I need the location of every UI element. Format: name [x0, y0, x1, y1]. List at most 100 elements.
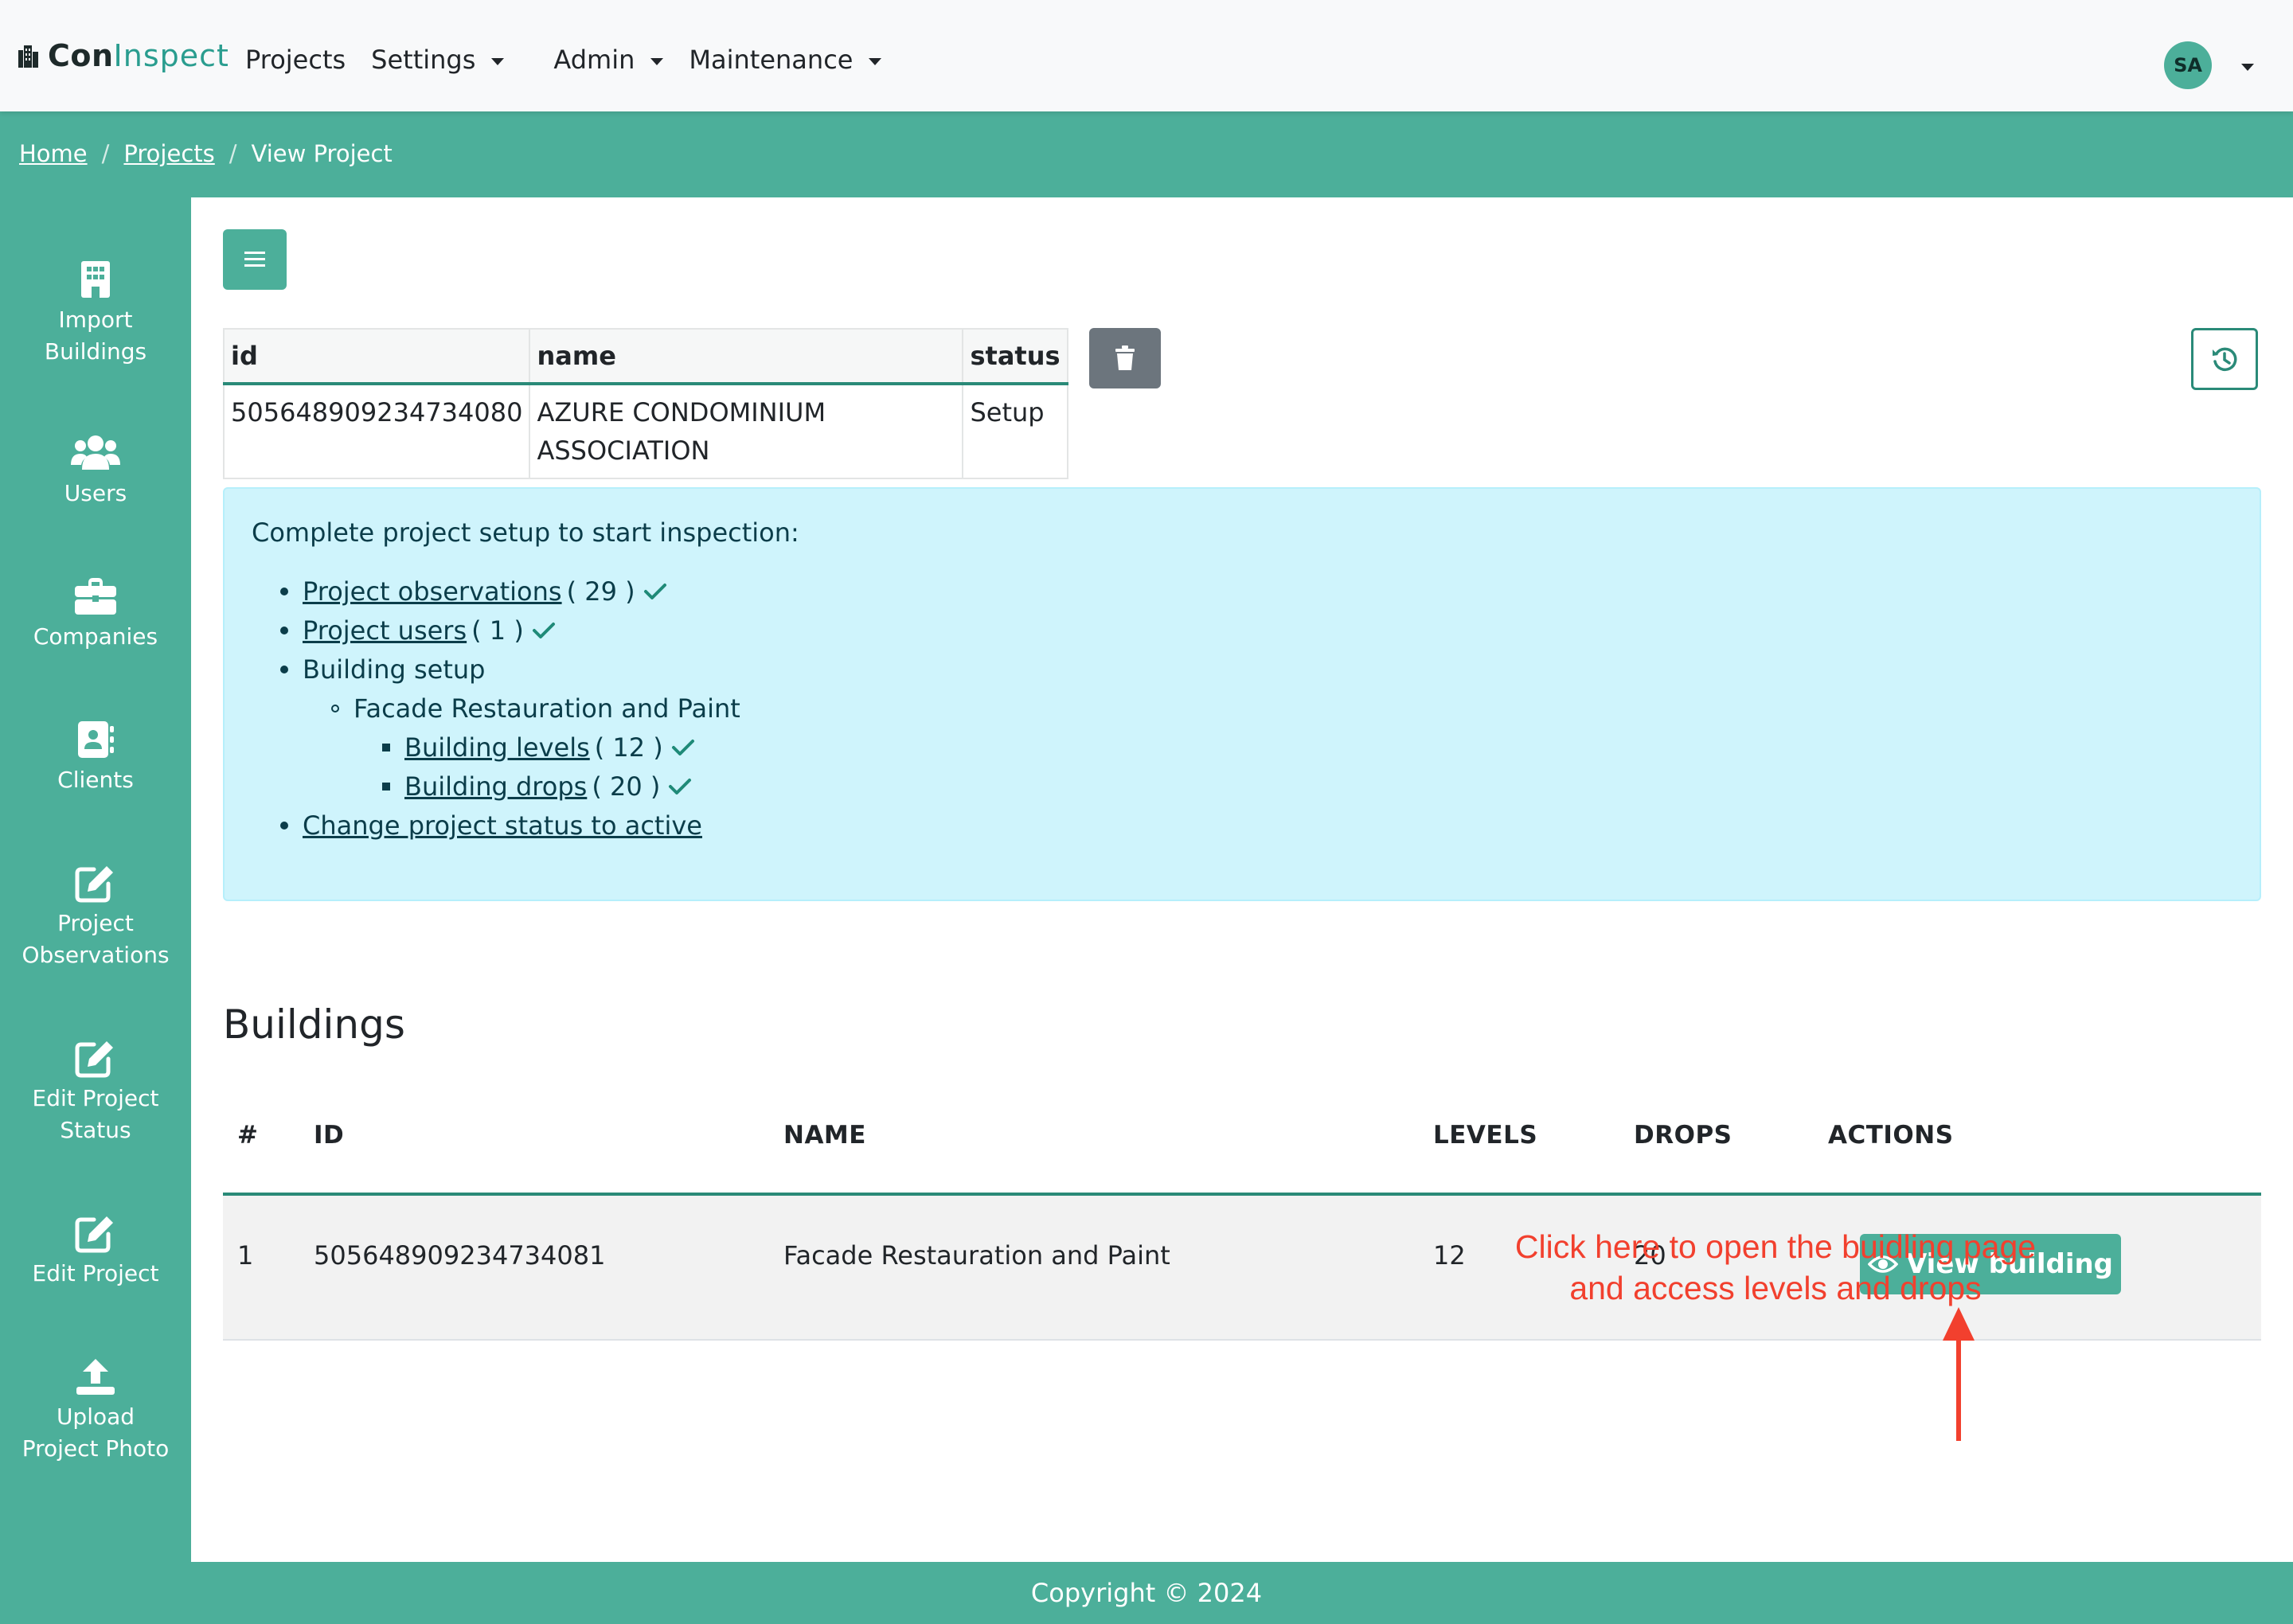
user-menu-caret-icon[interactable]	[2241, 64, 2254, 71]
edit-icon	[75, 1216, 113, 1253]
sidebar-item-label: Clients	[57, 767, 134, 793]
check-icon	[671, 740, 694, 755]
hamburger-icon	[244, 252, 265, 267]
project-users-link[interactable]: Project users	[303, 615, 467, 646]
list-item: Change project status to active	[280, 810, 702, 841]
building-logo-icon	[18, 45, 38, 68]
project-status-cell: Setup	[962, 383, 1068, 479]
sidebar-item-companies[interactable]: Companies	[0, 576, 191, 653]
breadcrumb-home-link[interactable]: Home	[19, 140, 88, 167]
table-row: 505648909234734080 AZURE CONDOMINIUM ASSO…	[222, 383, 1068, 479]
building-id-cell: 505648909234734081	[314, 1240, 606, 1271]
bullet	[382, 783, 390, 791]
sidebar-item-upload-project-photo[interactable]: Upload Project Photo	[0, 1357, 191, 1465]
brand-logo[interactable]: Con Inspect	[18, 35, 229, 76]
building-name-label: Facade Restauration and Paint	[354, 693, 740, 724]
building-drops-link[interactable]: Building drops	[404, 771, 587, 802]
sidebar-item-import-buildings[interactable]: Import Buildings	[0, 260, 191, 368]
project-name-cell: AZURE CONDOMINIUM ASSOCIATION	[529, 383, 964, 479]
nav-maintenance-dropdown[interactable]: Maintenance	[689, 45, 882, 75]
breadcrumb-projects-link[interactable]: Projects	[123, 140, 214, 167]
list-item: Facade Restauration and Paint	[331, 693, 740, 724]
user-avatar[interactable]: SA	[2164, 41, 2212, 89]
bullet	[280, 627, 288, 634]
sidebar-item-label: Users	[64, 480, 127, 506]
project-name-line2: ASSOCIATION	[537, 435, 710, 466]
alert-title: Complete project setup to start inspecti…	[252, 517, 799, 548]
bullet	[280, 822, 288, 830]
nav-admin-label: Admin	[553, 45, 635, 75]
delete-project-button[interactable]	[1089, 328, 1161, 388]
levels-count: ( 12 )	[594, 732, 663, 763]
trash-icon	[1115, 345, 1135, 370]
column-header-id: id	[222, 328, 531, 385]
sidebar-item-label: Project Observations	[21, 910, 170, 968]
list-item: Project users ( 1 )	[280, 615, 556, 646]
sidebar-item-project-observations[interactable]: Project Observations	[0, 863, 191, 971]
breadcrumb-current: View Project	[251, 140, 393, 167]
building-icon	[81, 261, 110, 298]
buildings-heading: Buildings	[223, 1001, 405, 1048]
edit-icon	[75, 866, 113, 903]
nav-projects[interactable]: Projects	[245, 45, 346, 75]
bullet	[331, 705, 339, 712]
upload-icon	[76, 1359, 115, 1395]
building-number-cell: 1	[237, 1240, 254, 1271]
bullet	[280, 666, 288, 673]
annotation-arrow-icon	[1943, 1307, 1975, 1441]
main-content: id name status 505648909234734080 AZURE …	[191, 197, 2293, 1562]
sidebar-item-users[interactable]: Users	[0, 433, 191, 509]
nav-projects-label: Projects	[245, 45, 346, 75]
caret-down-icon	[869, 57, 882, 65]
history-button[interactable]	[2191, 328, 2258, 390]
users-count: ( 1 )	[471, 615, 524, 646]
building-setup-label: Building setup	[303, 654, 486, 685]
sidebar-item-label: Edit Project Status	[32, 1085, 159, 1143]
observations-count: ( 29 )	[566, 576, 635, 607]
toggle-menu-button[interactable]	[223, 229, 287, 290]
list-item: Project observations ( 29 )	[280, 576, 667, 607]
column-header-name: name	[529, 328, 964, 385]
project-name-line1: AZURE CONDOMINIUM	[537, 397, 826, 427]
breadcrumb: Home / Projects / View Project	[19, 140, 393, 167]
sidebar-item-edit-project[interactable]: Edit Project	[0, 1213, 191, 1290]
setup-alert: Complete project setup to start inspecti…	[223, 487, 2261, 901]
annotation-line2: and access levels and drops	[1569, 1270, 1982, 1306]
edit-icon	[75, 1041, 113, 1078]
sidebar-item-label: Upload Project Photo	[21, 1403, 170, 1462]
caret-down-icon	[650, 57, 664, 65]
sidebar-item-clients[interactable]: Clients	[0, 720, 191, 796]
check-icon	[643, 584, 666, 599]
annotation-note: Click here to open the buidling page and…	[1425, 1226, 2126, 1309]
column-header-id: ID	[314, 1121, 345, 1150]
change-status-link[interactable]: Change project status to active	[303, 810, 702, 841]
project-info-table: id name status 505648909234734080 AZURE …	[222, 328, 1068, 479]
column-header-name: NAME	[783, 1121, 866, 1150]
drops-count: ( 20 )	[592, 771, 661, 802]
nav-settings-dropdown[interactable]: Settings	[371, 45, 505, 75]
users-icon	[71, 435, 120, 470]
bullet	[382, 744, 390, 751]
list-item: Building setup	[280, 654, 485, 685]
sidebar-item-label: Companies	[33, 623, 158, 650]
brand-name-inspect: Inspect	[113, 38, 229, 73]
sidebar-item-edit-project-status[interactable]: Edit Project Status	[0, 1038, 191, 1146]
nav-maintenance-label: Maintenance	[689, 45, 854, 75]
sidebar-item-label: Import Buildings	[44, 306, 147, 365]
list-item: Building levels ( 12 )	[382, 732, 695, 763]
sidebar-item-label: Edit Project	[32, 1260, 159, 1286]
bullet	[280, 588, 288, 595]
building-levels-link[interactable]: Building levels	[404, 732, 590, 763]
nav-admin-dropdown[interactable]: Admin	[553, 45, 664, 75]
breadcrumb-separator: /	[229, 140, 237, 167]
footer: Copyright © 2024	[0, 1562, 2293, 1624]
briefcase-icon	[75, 578, 116, 615]
buildings-table-header: # ID NAME LEVELS DROPS ACTIONS	[223, 1121, 2261, 1193]
brand-name-con: Con	[48, 38, 114, 73]
project-id-cell: 505648909234734080	[222, 383, 531, 479]
column-header-actions: ACTIONS	[1828, 1121, 1954, 1150]
project-observations-link[interactable]: Project observations	[303, 576, 562, 607]
sidebar: Import Buildings Users Companies Clients	[0, 197, 191, 1562]
breadcrumb-separator: /	[101, 140, 110, 167]
main-menu: Projects Settings Admin Maintenance	[245, 40, 882, 80]
